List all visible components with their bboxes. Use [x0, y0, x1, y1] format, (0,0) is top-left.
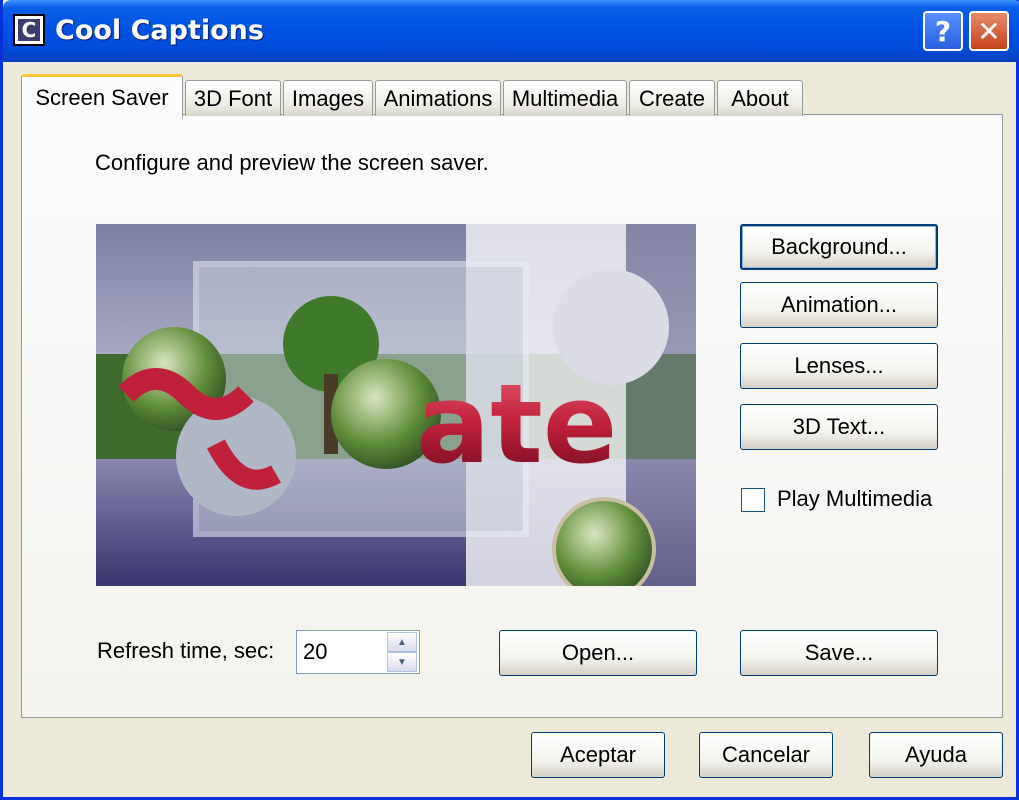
- refresh-time-value[interactable]: 20: [303, 639, 327, 665]
- animation-button[interactable]: Animation...: [740, 282, 938, 328]
- play-multimedia-checkbox[interactable]: [741, 488, 765, 512]
- tab-3d-font[interactable]: 3D Font: [185, 80, 281, 116]
- main-window: C Cool Captions ? ✕ Screen Saver 3D Font…: [0, 0, 1019, 800]
- close-icon[interactable]: ✕: [969, 11, 1009, 51]
- tab-about[interactable]: About: [717, 80, 803, 116]
- preview-image: ate: [96, 224, 696, 586]
- panel-description: Configure and preview the screen saver.: [95, 150, 489, 175]
- refresh-time-label: Refresh time, sec:: [97, 638, 275, 663]
- lenses-button[interactable]: Lenses...: [740, 343, 938, 389]
- screen-saver-preview: ate: [96, 224, 696, 586]
- open-button[interactable]: Open...: [499, 630, 697, 676]
- tab-create[interactable]: Create: [629, 80, 715, 116]
- tab-multimedia[interactable]: Multimedia: [503, 80, 627, 116]
- ok-button[interactable]: Aceptar: [531, 732, 665, 778]
- background-button[interactable]: Background...: [740, 224, 938, 270]
- help-icon[interactable]: ?: [923, 11, 963, 51]
- title-bar[interactable]: C Cool Captions ? ✕: [3, 0, 1019, 62]
- save-button[interactable]: Save...: [740, 630, 938, 676]
- help-button[interactable]: Ayuda: [869, 732, 1003, 778]
- tab-animations[interactable]: Animations: [375, 80, 501, 116]
- play-multimedia-label[interactable]: Play Multimedia: [777, 486, 932, 512]
- 3d-text-button[interactable]: 3D Text...: [740, 404, 938, 450]
- spin-down-icon[interactable]: ▼: [387, 652, 417, 672]
- spin-up-icon[interactable]: ▲: [387, 632, 417, 652]
- app-icon[interactable]: C: [13, 14, 45, 46]
- tab-images[interactable]: Images: [283, 80, 373, 116]
- tab-screen-saver[interactable]: Screen Saver: [21, 74, 183, 118]
- cancel-button[interactable]: Cancelar: [699, 732, 833, 778]
- preview-caption: ate: [416, 360, 617, 488]
- window-title: Cool Captions: [55, 15, 264, 46]
- refresh-time-stepper[interactable]: 20 ▲ ▼: [296, 630, 420, 674]
- app-icon-letter: C: [18, 18, 40, 42]
